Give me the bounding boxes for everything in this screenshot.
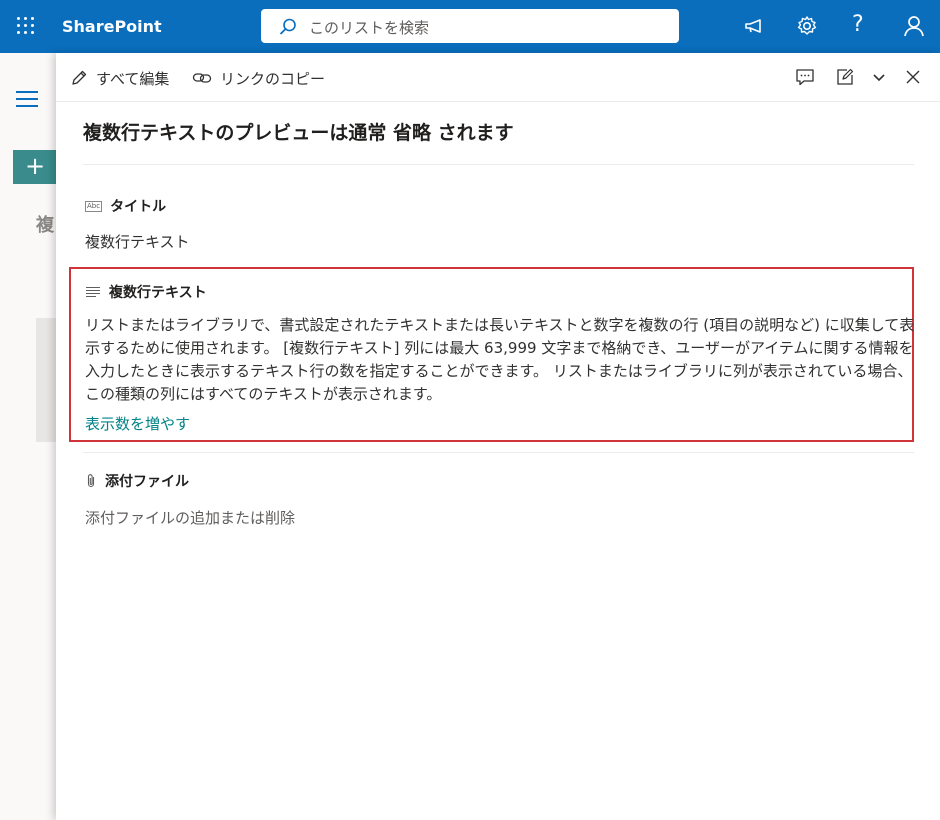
item-title: 複数行テキストのプレビューは通常 省略 されます	[83, 122, 514, 144]
suite-bar: SharePoint このリストを検索 ?	[0, 0, 940, 53]
chevron-down-icon[interactable]	[869, 67, 889, 87]
field-label-text: 複数行テキスト	[109, 285, 207, 301]
app-name[interactable]: SharePoint	[62, 17, 162, 36]
search-box[interactable]: このリストを検索	[261, 9, 679, 43]
add-remove-attachments[interactable]: 添付ファイルの追加または削除	[85, 507, 295, 528]
field-label-text: タイトル	[110, 199, 167, 215]
field-label-title: Abc タイトル	[85, 196, 166, 216]
item-panel: すべて編集 リンクのコピー 複数行テキストのプレビューは通常 省略 されます A…	[56, 53, 940, 820]
copy-link-button[interactable]: リンクのコピー	[192, 67, 325, 89]
copy-link-label: リンクのコピー	[220, 69, 326, 88]
close-icon[interactable]	[903, 67, 923, 87]
field-label-text: 添付ファイル	[105, 474, 189, 490]
gear-icon[interactable]	[795, 14, 819, 38]
megaphone-icon[interactable]	[742, 14, 766, 38]
field-value-title[interactable]: 複数行テキスト	[85, 231, 190, 252]
person-icon[interactable]	[902, 14, 926, 38]
show-more-link[interactable]: 表示数を増やす	[85, 413, 190, 434]
divider	[83, 452, 914, 453]
hamburger-icon[interactable]	[16, 91, 38, 112]
command-bar: すべて編集 リンクのコピー	[56, 53, 940, 102]
field-value-multiline[interactable]: リストまたはライブラリで、書式設定されたテキストまたは長いテキストと数字を複数の…	[85, 314, 917, 406]
search-input[interactable]: このリストを検索	[309, 17, 429, 38]
new-button[interactable]: +	[13, 150, 57, 184]
link-icon	[192, 73, 212, 83]
divider	[83, 164, 914, 165]
paperclip-icon	[85, 473, 97, 489]
multiline-text-icon	[85, 286, 101, 298]
waffle-icon[interactable]	[16, 16, 36, 36]
search-icon	[279, 18, 296, 35]
background-page: + 複	[0, 53, 57, 820]
background-list-title: 複	[36, 215, 54, 236]
edit-form-icon[interactable]	[835, 67, 855, 87]
field-label-attachments: 添付ファイル	[85, 471, 189, 491]
background-column	[36, 318, 56, 442]
text-field-icon: Abc	[85, 200, 103, 212]
edit-all-label: すべて編集	[96, 69, 170, 88]
pencil-icon	[72, 70, 87, 85]
field-label-multiline: 複数行テキスト	[85, 282, 207, 302]
help-icon[interactable]: ?	[852, 12, 876, 37]
comments-icon[interactable]	[795, 67, 815, 87]
edit-all-button[interactable]: すべて編集	[70, 67, 169, 89]
